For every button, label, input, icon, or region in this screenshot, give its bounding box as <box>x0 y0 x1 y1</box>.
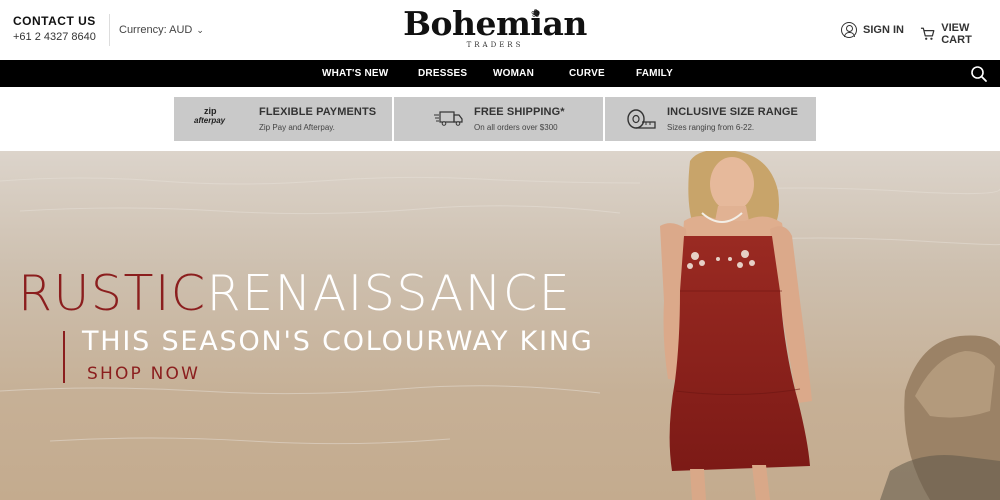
contact-phone[interactable]: +61 2 4327 8640 <box>13 31 96 43</box>
measuring-tape-icon <box>627 109 656 129</box>
hero-subtitle: THIS SEASON'S COLOURWAY KING <box>82 326 594 357</box>
flower-icon: ❀ <box>531 8 541 20</box>
hero-accent-bar <box>63 331 65 383</box>
cart-icon <box>920 27 935 40</box>
shop-now-link[interactable]: SHOP NOW <box>87 364 200 384</box>
sign-in-link[interactable]: SIGN IN <box>841 22 904 38</box>
sign-in-label: SIGN IN <box>863 24 904 36</box>
view-cart-label: VIEW CART <box>941 22 972 46</box>
benefit-title: FLEXIBLE PAYMENTS <box>259 106 377 118</box>
contact-us-link[interactable]: CONTACT US <box>13 14 96 28</box>
search-icon[interactable] <box>970 65 988 83</box>
nav-item-curve[interactable]: CURVE <box>569 68 605 79</box>
currency-selector[interactable]: Currency: AUD ⌄ <box>119 24 204 36</box>
nav-item-dresses[interactable]: DRESSES <box>418 68 467 79</box>
afterpay-logo-text: afterpay <box>194 116 226 125</box>
benefit-subtitle: On all orders over $300 <box>474 123 558 132</box>
benefit-title: FREE SHIPPING* <box>474 106 565 118</box>
nav-item-family[interactable]: FAMILY <box>636 68 673 79</box>
hero-title-part2: RENAISSANCE <box>206 265 572 322</box>
site-logo[interactable]: Bohemian TRADERS ❀ <box>400 4 590 50</box>
contact-block[interactable]: CONTACT US +61 2 4327 8640 <box>13 14 96 43</box>
truck-icon <box>434 111 463 126</box>
zip-logo-text: zip <box>204 106 217 116</box>
nav-item-whats-new[interactable]: WHAT'S NEW <box>322 68 388 79</box>
header-divider <box>109 14 110 46</box>
benefit-title: INCLUSIVE SIZE RANGE <box>667 106 798 118</box>
benefit-subtitle: Zip Pay and Afterpay. <box>259 123 335 132</box>
view-cart-link[interactable]: VIEW CART <box>920 22 1000 46</box>
hero-banner[interactable]: RUSTICRENAISSANCE THIS SEASON'S COLOURWA… <box>0 151 1000 500</box>
hero-title-part1: RUSTIC <box>18 265 207 322</box>
currency-label: Currency: AUD <box>119 24 193 36</box>
main-nav: WHAT'S NEW DRESSES WOMAN CURVE FAMILY <box>0 60 1000 87</box>
benefit-free-shipping[interactable]: FREE SHIPPING* On all orders over $300 <box>394 97 603 141</box>
benefits-bar: zip afterpay FLEXIBLE PAYMENTS Zip Pay a… <box>174 97 816 141</box>
benefit-flexible-payments[interactable]: zip afterpay FLEXIBLE PAYMENTS Zip Pay a… <box>174 97 392 141</box>
benefit-inclusive-size[interactable]: INCLUSIVE SIZE RANGE Sizes ranging from … <box>605 97 816 141</box>
site-header: CONTACT US +61 2 4327 8640 Currency: AUD… <box>0 0 1000 60</box>
benefit-subtitle: Sizes ranging from 6-22. <box>667 123 755 132</box>
hero-title: RUSTICRENAISSANCE <box>18 268 571 320</box>
logo-wordmark: Bohemian <box>403 4 587 43</box>
chevron-down-icon: ⌄ <box>196 24 204 35</box>
user-icon <box>841 22 857 38</box>
nav-item-woman[interactable]: WOMAN <box>493 68 534 79</box>
zip-afterpay-logo: zip afterpay <box>194 106 244 125</box>
